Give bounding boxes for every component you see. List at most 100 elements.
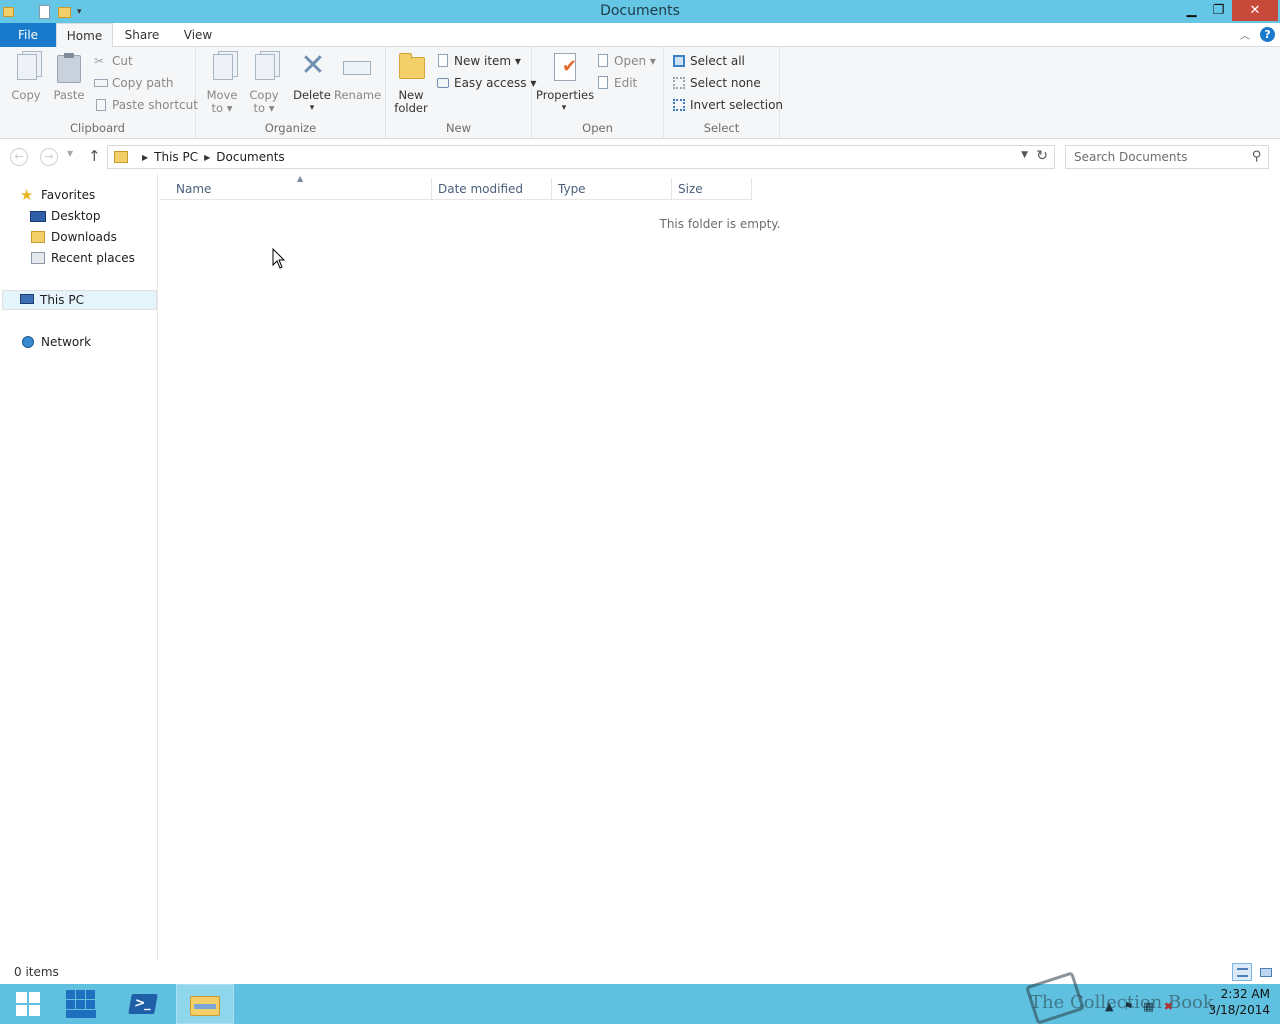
ribbon-tabs: File Home Share View ︿ ? (0, 23, 1280, 48)
edit-icon (596, 76, 610, 90)
close-button[interactable]: ✕ (1232, 0, 1278, 21)
copy-to-button[interactable]: Copy to ▾ (244, 51, 284, 115)
breadcrumb-this-pc[interactable]: This PC (154, 150, 198, 164)
navigation-pane: ★ Favorites Desktop Downloads Recent pla… (0, 174, 158, 961)
column-date-modified[interactable]: Date modified (432, 178, 552, 200)
nav-desktop[interactable]: Desktop (30, 206, 101, 226)
nav-network-label: Network (41, 335, 92, 349)
new-folder-icon (399, 53, 425, 79)
paste-shortcut-label: Paste shortcut (112, 98, 198, 112)
minimize-button[interactable]: ▁ (1178, 0, 1205, 21)
nav-desktop-label: Desktop (51, 209, 101, 223)
select-all-button[interactable]: Select all (672, 51, 745, 71)
cut-button[interactable]: ✂ Cut (94, 51, 133, 71)
open-group: Properties ▾ Open ▾ Edit Open (532, 47, 664, 139)
back-button[interactable]: ← (10, 148, 28, 166)
address-dropdown-icon[interactable]: ▼ (1021, 150, 1028, 160)
recent-locations-icon[interactable]: ▼ (67, 149, 73, 158)
column-name[interactable]: Name (170, 178, 432, 200)
computer-icon (19, 292, 35, 308)
search-box[interactable]: ⚲ (1065, 145, 1269, 169)
breadcrumb-arrow-icon[interactable]: ▶ (204, 153, 210, 162)
nav-downloads[interactable]: Downloads (30, 227, 117, 247)
file-list[interactable]: ▲ Name Date modified Type Size This fold… (160, 174, 1280, 961)
copy-path-label: Copy path (112, 76, 174, 90)
copy-button[interactable]: Copy (6, 51, 46, 102)
minimize-ribbon-icon[interactable]: ︿ (1240, 27, 1250, 42)
large-icons-view-button[interactable] (1255, 963, 1275, 981)
delete-label: Delete (293, 88, 331, 102)
properties-dropdown-icon[interactable]: ▾ (536, 102, 592, 115)
column-type[interactable]: Type (552, 178, 672, 200)
rename-icon (343, 61, 371, 75)
invert-selection-label: Invert selection (690, 98, 784, 112)
paste-button[interactable]: Paste (50, 51, 88, 102)
new-folder-button[interactable]: New folder (392, 51, 430, 115)
copy-path-button[interactable]: Copy path (94, 73, 174, 93)
up-button[interactable]: ↑ (88, 147, 101, 165)
help-icon[interactable]: ? (1260, 27, 1275, 42)
column-headers: ▲ Name Date modified Type Size (160, 174, 752, 200)
select-all-label: Select all (690, 54, 745, 68)
powershell-icon: >_ (128, 994, 158, 1014)
clock[interactable]: 2:32 AM 3/18/2014 (1200, 986, 1270, 1018)
downloads-icon (30, 229, 46, 245)
copy-to-label-2: to ▾ (253, 101, 275, 115)
properties-button[interactable]: Properties ▾ (536, 51, 594, 115)
nav-this-pc-label: This PC (40, 293, 84, 307)
status-bar: 0 items (0, 961, 1280, 984)
properties-icon (554, 53, 577, 81)
address-bar[interactable]: ▶ This PC ▶ Documents ▼ ↻ (107, 145, 1055, 169)
restore-button[interactable]: ❐ (1205, 0, 1232, 21)
copy-label: Copy (11, 88, 41, 102)
paste-shortcut-icon (94, 98, 108, 112)
delete-dropdown-icon[interactable]: ▾ (292, 102, 332, 115)
nav-network[interactable]: Network (20, 332, 91, 352)
breadcrumb-arrow-icon[interactable]: ▶ (142, 153, 148, 162)
open-button[interactable]: Open ▾ (596, 51, 656, 71)
paste-shortcut-button[interactable]: Paste shortcut (94, 95, 198, 115)
easy-access-label: Easy access ▾ (454, 76, 537, 90)
organize-group-label: Organize (264, 121, 317, 135)
new-group-label: New (445, 121, 472, 135)
item-count: 0 items (14, 965, 59, 979)
select-none-button[interactable]: Select none (672, 73, 761, 93)
details-view-button[interactable] (1232, 963, 1252, 981)
powershell-button[interactable]: >_ (116, 984, 170, 1024)
action-center-flag-icon[interactable]: ⚑ (1123, 1000, 1133, 1013)
delete-button[interactable]: ✕ Delete ▾ (292, 51, 332, 115)
rename-button[interactable]: Rename (334, 51, 382, 102)
invert-selection-icon (672, 98, 686, 112)
forward-button[interactable]: → (40, 148, 58, 166)
search-input[interactable] (1066, 146, 1246, 168)
clock-time: 2:32 AM (1220, 987, 1270, 1001)
tab-home[interactable]: Home (56, 23, 113, 48)
select-none-icon (672, 76, 686, 90)
clipboard-group: Copy Paste ✂ Cut Copy path Paste shortcu… (0, 47, 198, 139)
tab-share[interactable]: Share (116, 23, 168, 47)
new-item-icon (436, 54, 450, 68)
breadcrumb-documents[interactable]: Documents (216, 150, 284, 164)
tab-file[interactable]: File (0, 23, 56, 47)
search-icon[interactable]: ⚲ (1252, 149, 1262, 164)
nav-recent-places[interactable]: Recent places (30, 248, 135, 268)
move-to-button[interactable]: Move to ▾ (202, 51, 242, 115)
file-explorer-button[interactable] (176, 984, 234, 1024)
invert-selection-button[interactable]: Invert selection (672, 95, 783, 115)
title-bar[interactable]: ▾ Documents ▁ ❐ ✕ (0, 0, 1280, 23)
nav-favorites[interactable]: ★ Favorites (20, 185, 95, 205)
show-hidden-icons-icon[interactable]: ▲ (1105, 1000, 1113, 1013)
network-tray-icon[interactable]: ▦ (1143, 1000, 1153, 1013)
rename-label: Rename (334, 88, 382, 102)
start-button[interactable] (0, 984, 56, 1024)
volume-muted-icon[interactable]: ✖ (1164, 1000, 1173, 1013)
new-item-button[interactable]: New item ▾ (436, 51, 521, 71)
refresh-icon[interactable]: ↻ (1036, 148, 1048, 164)
tab-view[interactable]: View (172, 23, 224, 47)
nav-this-pc[interactable]: This PC (2, 290, 157, 310)
edit-button[interactable]: Edit (596, 73, 637, 93)
server-manager-button[interactable] (56, 984, 106, 1024)
column-size[interactable]: Size (672, 178, 752, 200)
easy-access-button[interactable]: Easy access ▾ (436, 73, 536, 93)
star-icon: ★ (20, 186, 34, 204)
